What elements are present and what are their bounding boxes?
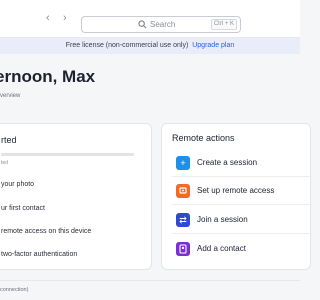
search-icon	[138, 20, 147, 29]
step-two-factor[interactable]: two-factor authentication	[1, 250, 77, 259]
divider	[172, 233, 312, 234]
getting-started-title: rted	[1, 135, 17, 145]
search-shortcut: Ctrl + K	[210, 19, 237, 30]
remote-access-glyph	[179, 187, 187, 194]
progress-label: ted	[1, 160, 8, 166]
footer-status: connection)	[0, 287, 29, 293]
divider	[172, 176, 312, 177]
back-arrow-icon[interactable]: ‹	[46, 13, 50, 24]
step-add-photo[interactable]: your photo	[1, 180, 34, 189]
forward-arrow-icon[interactable]: ›	[63, 13, 67, 24]
upgrade-plan-link[interactable]: Upgrade plan	[192, 42, 234, 49]
search-placeholder: Search	[150, 20, 176, 29]
license-banner: Free license (non-commercial use only) U…	[0, 38, 300, 54]
progress-bar	[1, 153, 134, 156]
add-contact-label: Add a contact	[197, 244, 246, 253]
greeting-subtitle: verview	[0, 93, 21, 99]
remote-actions-card: Remote actions + Create a session Set up…	[161, 123, 312, 270]
plus-icon: +	[176, 156, 190, 170]
footer-divider	[0, 280, 300, 281]
create-session-button[interactable]: + Create a session	[176, 156, 306, 172]
join-session-label: Join a session	[197, 215, 248, 224]
search-bar[interactable]: Search Ctrl + K	[81, 16, 241, 33]
contact-icon	[176, 242, 190, 256]
setup-remote-access-button[interactable]: Set up remote access	[176, 184, 306, 200]
step-first-contact[interactable]: ur first contact	[1, 204, 45, 213]
remote-actions-title: Remote actions	[172, 133, 235, 143]
top-bar: ‹ › Search Ctrl + K	[0, 0, 300, 38]
contact-glyph	[179, 244, 187, 254]
swap-arrows-icon: ⇄	[176, 213, 190, 227]
remote-access-icon	[176, 184, 190, 198]
setup-remote-access-label: Set up remote access	[197, 186, 275, 195]
add-contact-button[interactable]: Add a contact	[176, 242, 306, 258]
license-text: Free license (non-commercial use only)	[65, 42, 189, 49]
getting-started-card: rted ted your photo ur first contact rem…	[0, 123, 152, 270]
create-session-label: Create a session	[197, 158, 258, 167]
join-session-button[interactable]: ⇄ Join a session	[176, 213, 306, 229]
divider	[172, 204, 312, 205]
step-remote-access[interactable]: remote access on this device	[1, 227, 91, 236]
greeting-title: ernoon, Max	[0, 67, 96, 86]
